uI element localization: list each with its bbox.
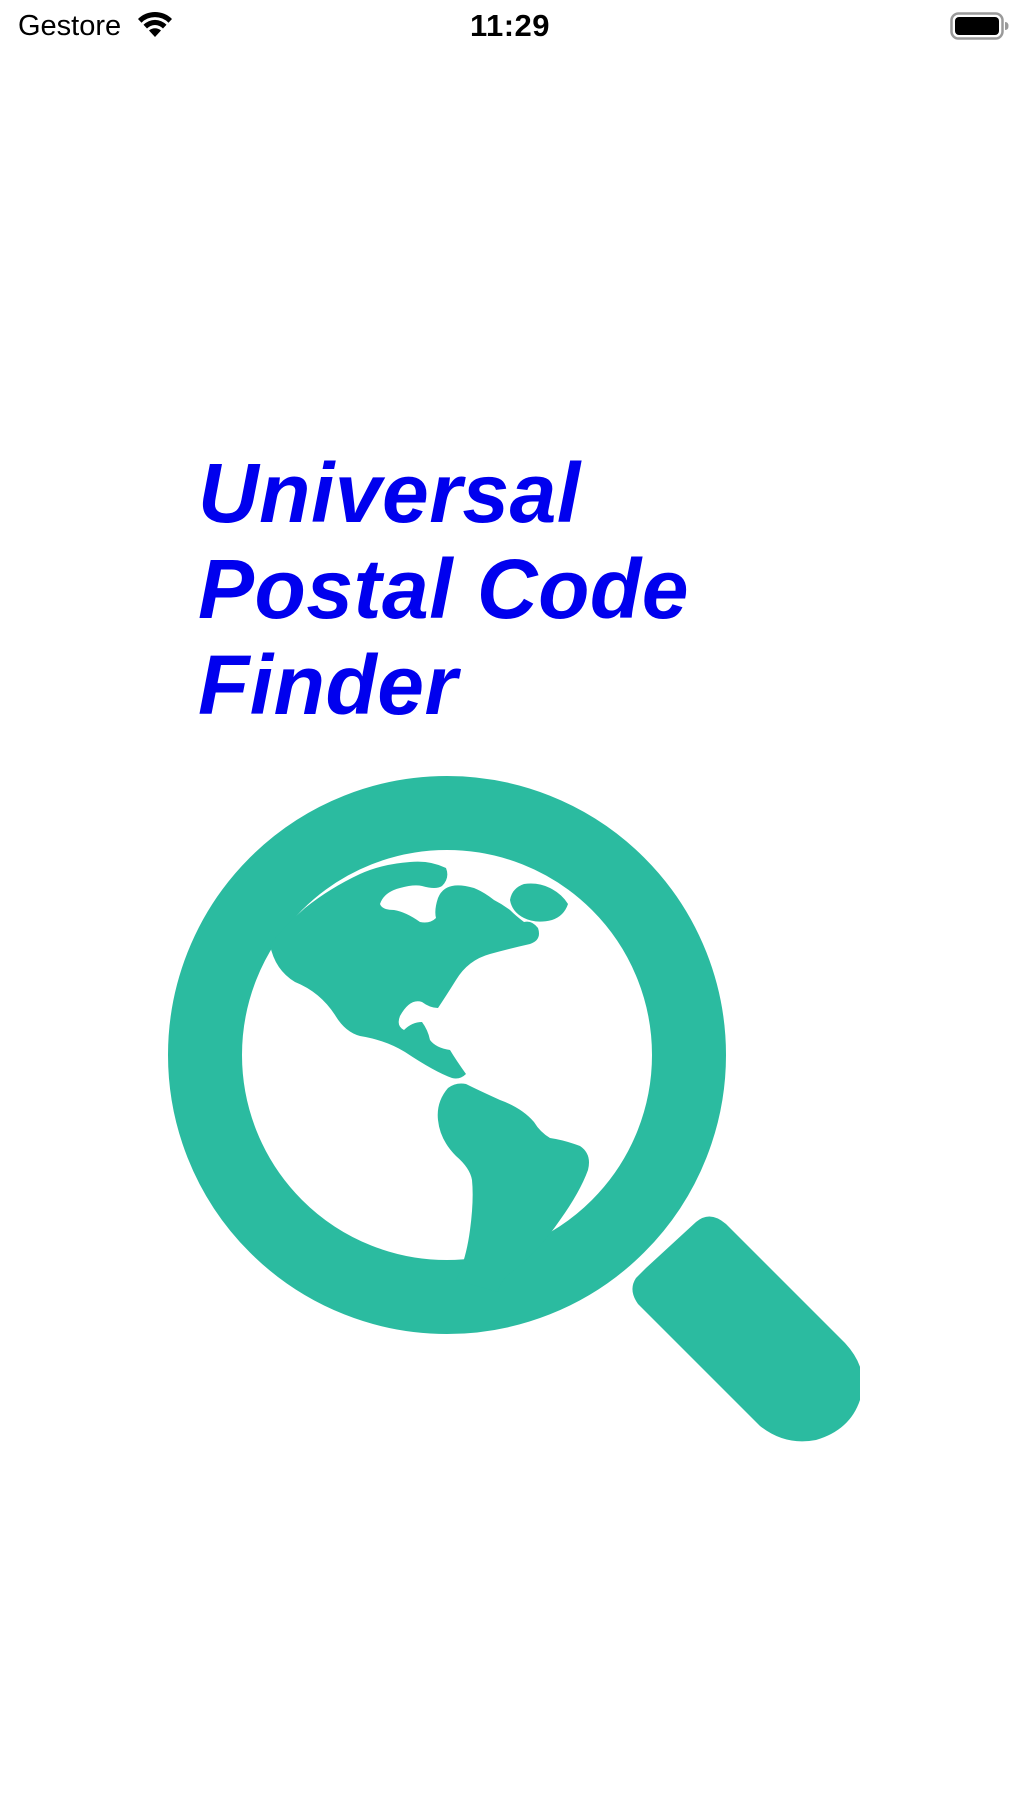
clock: 11:29 — [469, 8, 551, 43]
title-line-2: Postal Code — [198, 542, 689, 636]
title-line-1: Universal — [198, 446, 581, 540]
magnifier-globe-icon — [168, 776, 860, 1442]
continent-greenland — [510, 883, 568, 922]
title-line-3: Finder — [198, 638, 458, 732]
magnifier-handle — [632, 1216, 860, 1442]
status-bar: Gestore 11:29 — [0, 0, 1020, 52]
battery-icon — [950, 12, 1009, 40]
splash-screen: Gestore 11:29 Universal Postal Code Find… — [0, 0, 1020, 1813]
app-title: Universal Postal Code Finder — [198, 445, 758, 733]
